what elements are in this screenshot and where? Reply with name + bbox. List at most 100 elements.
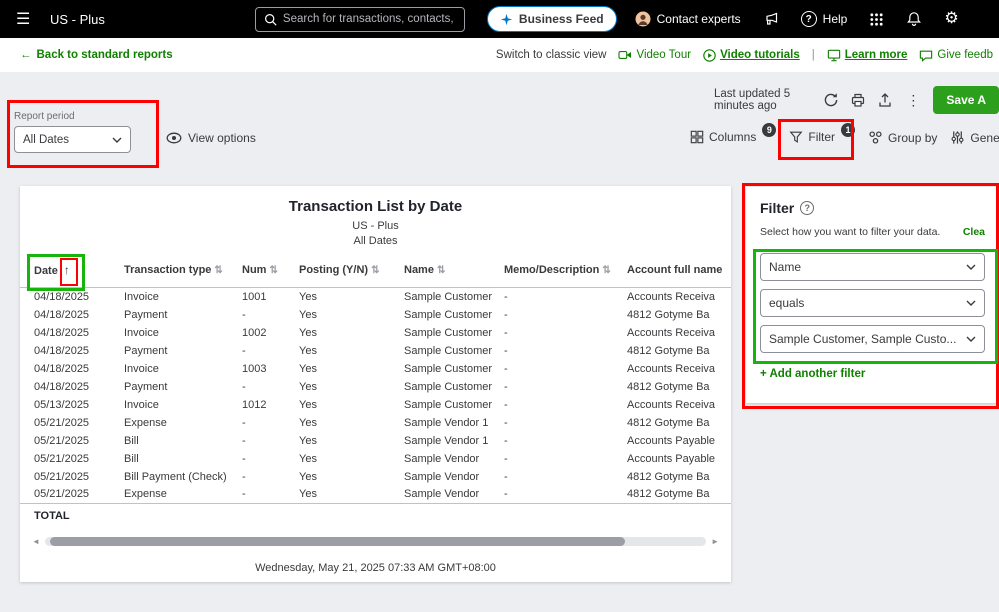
cell-transaction-type[interactable]: Payment xyxy=(120,342,238,360)
cell-account[interactable]: Accounts Receiva xyxy=(623,360,731,378)
cell-posting[interactable]: Yes xyxy=(295,324,400,342)
announcements-megaphone-icon[interactable] xyxy=(763,11,779,27)
cell-posting[interactable]: Yes xyxy=(295,450,400,468)
cell-transaction-type[interactable]: Invoice xyxy=(120,288,238,306)
cell-name[interactable]: Sample Customer xyxy=(400,360,500,378)
save-as-button[interactable]: Save A xyxy=(933,86,999,114)
cell-account[interactable]: 4812 Gotyme Ba xyxy=(623,306,731,324)
cell-name[interactable]: Sample Customer xyxy=(400,378,500,396)
cell-name[interactable]: Sample Vendor xyxy=(400,450,500,468)
cell-memo[interactable]: - xyxy=(500,306,623,324)
contact-experts-link[interactable]: Contact experts xyxy=(635,11,741,27)
cell-account[interactable]: Accounts Receiva xyxy=(623,288,731,306)
filter-operator-select[interactable]: equals xyxy=(760,289,985,317)
cell-date[interactable]: 04/18/2025 xyxy=(20,342,120,360)
column-header-memo[interactable]: Memo/Description ⇅ xyxy=(500,257,623,288)
cell-name[interactable]: Sample Vendor xyxy=(400,468,500,486)
table-row[interactable]: 04/18/2025 Payment - Yes Sample Customer… xyxy=(20,306,731,324)
column-header-posting[interactable]: Posting (Y/N) ⇅ xyxy=(295,257,400,288)
cell-num[interactable]: - xyxy=(238,450,295,468)
cell-transaction-type[interactable]: Bill xyxy=(120,450,238,468)
table-row[interactable]: 05/21/2025 Bill Payment (Check) - Yes Sa… xyxy=(20,468,731,486)
info-circle-icon[interactable]: ? xyxy=(800,201,815,215)
cell-posting[interactable]: Yes xyxy=(295,288,400,306)
table-row[interactable]: 05/21/2025 Bill - Yes Sample Vendor - Ac… xyxy=(20,450,731,468)
cell-date[interactable]: 05/21/2025 xyxy=(20,450,120,468)
cell-account[interactable]: 4812 Gotyme Ba xyxy=(623,342,731,360)
cell-date[interactable]: 05/21/2025 xyxy=(20,414,120,432)
cell-name[interactable]: Sample Customer xyxy=(400,288,500,306)
more-options-kebab-icon[interactable]: ⋮ xyxy=(904,92,922,109)
help-menu[interactable]: ? Help xyxy=(800,11,847,27)
scrollbar-thumb[interactable] xyxy=(49,536,626,546)
cell-account[interactable]: 4812 Gotyme Ba xyxy=(623,486,731,504)
cell-transaction-type[interactable]: Expense xyxy=(120,486,238,504)
cell-posting[interactable]: Yes xyxy=(295,468,400,486)
cell-posting[interactable]: Yes xyxy=(295,360,400,378)
cell-name[interactable]: Sample Customer xyxy=(400,342,500,360)
cell-account[interactable]: Accounts Receiva xyxy=(623,396,731,414)
add-another-filter-link[interactable]: + Add another filter xyxy=(760,368,985,380)
export-icon[interactable] xyxy=(877,92,893,108)
cell-num[interactable]: - xyxy=(238,306,295,324)
columns-button[interactable]: Columns 9 xyxy=(690,123,777,144)
back-to-standard-reports-link[interactable]: ← Back to standard reports xyxy=(20,49,173,61)
notifications-bell-icon[interactable] xyxy=(906,11,922,27)
cell-date[interactable]: 04/18/2025 xyxy=(20,360,120,378)
table-row[interactable]: 04/18/2025 Invoice 1001 Yes Sample Custo… xyxy=(20,288,731,306)
video-tour-link[interactable]: Video Tour xyxy=(618,49,691,61)
switch-to-classic-view-link[interactable]: Switch to classic view xyxy=(496,49,607,61)
cell-num[interactable]: - xyxy=(238,468,295,486)
cell-account[interactable]: Accounts Receiva xyxy=(623,324,731,342)
cell-memo[interactable]: - xyxy=(500,486,623,504)
filter-value-select[interactable]: Sample Customer, Sample Custo... xyxy=(760,325,985,353)
cell-date[interactable]: 05/13/2025 xyxy=(20,396,120,414)
cell-transaction-type[interactable]: Invoice xyxy=(120,360,238,378)
table-row[interactable]: 04/18/2025 Invoice 1002 Yes Sample Custo… xyxy=(20,324,731,342)
cell-transaction-type[interactable]: Payment xyxy=(120,306,238,324)
cell-num[interactable]: 1003 xyxy=(238,360,295,378)
sort-icon[interactable]: ⇅ xyxy=(214,265,222,276)
settings-gear-icon[interactable]: ⚙ xyxy=(944,11,958,27)
sort-icon[interactable]: ⇅ xyxy=(602,265,610,276)
table-row[interactable]: 04/18/2025 Invoice 1003 Yes Sample Custo… xyxy=(20,360,731,378)
cell-date[interactable]: 05/21/2025 xyxy=(20,432,120,450)
cell-date[interactable]: 04/18/2025 xyxy=(20,324,120,342)
column-header-name[interactable]: Name ⇅ xyxy=(400,257,500,288)
cell-account[interactable]: Accounts Payable xyxy=(623,450,731,468)
cell-memo[interactable]: - xyxy=(500,342,623,360)
filter-button[interactable]: Filter 1 xyxy=(789,123,856,144)
column-header-transaction-type[interactable]: Transaction type ⇅ xyxy=(120,257,238,288)
table-row[interactable]: 05/21/2025 Bill - Yes Sample Vendor 1 - … xyxy=(20,432,731,450)
cell-account[interactable]: 4812 Gotyme Ba xyxy=(623,468,731,486)
apps-grid-icon[interactable] xyxy=(869,12,884,27)
cell-account[interactable]: 4812 Gotyme Ba xyxy=(623,414,731,432)
view-options-button[interactable]: View options xyxy=(166,131,256,145)
give-feedback-link[interactable]: Give feedb xyxy=(919,49,993,62)
cell-date[interactable]: 04/18/2025 xyxy=(20,288,120,306)
cell-num[interactable]: - xyxy=(238,342,295,360)
cell-posting[interactable]: Yes xyxy=(295,432,400,450)
cell-name[interactable]: Sample Customer xyxy=(400,324,500,342)
cell-memo[interactable]: - xyxy=(500,414,623,432)
cell-num[interactable]: 1002 xyxy=(238,324,295,342)
sort-icon[interactable]: ⇅ xyxy=(437,265,445,276)
table-row[interactable]: 05/21/2025 Expense - Yes Sample Vendor -… xyxy=(20,486,731,504)
cell-posting[interactable]: Yes xyxy=(295,396,400,414)
filter-field-select[interactable]: Name xyxy=(760,253,985,281)
cell-memo[interactable]: - xyxy=(500,468,623,486)
cell-account[interactable]: 4812 Gotyme Ba xyxy=(623,378,731,396)
sort-icon[interactable]: ⇅ xyxy=(269,265,277,276)
column-header-num[interactable]: Num ⇅ xyxy=(238,257,295,288)
cell-name[interactable]: Sample Customer xyxy=(400,396,500,414)
sort-ascending-icon[interactable]: ↑ xyxy=(64,263,70,277)
column-header-date[interactable]: Date ↑ xyxy=(20,257,120,288)
print-icon[interactable] xyxy=(850,92,866,108)
business-feed-button[interactable]: Business Feed xyxy=(486,6,617,32)
cell-num[interactable]: - xyxy=(238,414,295,432)
horizontal-scrollbar[interactable]: ◄ ► xyxy=(32,536,719,546)
cell-account[interactable]: Accounts Payable xyxy=(623,432,731,450)
cell-num[interactable]: - xyxy=(238,432,295,450)
cell-posting[interactable]: Yes xyxy=(295,486,400,504)
scrollbar-track[interactable] xyxy=(44,536,707,546)
